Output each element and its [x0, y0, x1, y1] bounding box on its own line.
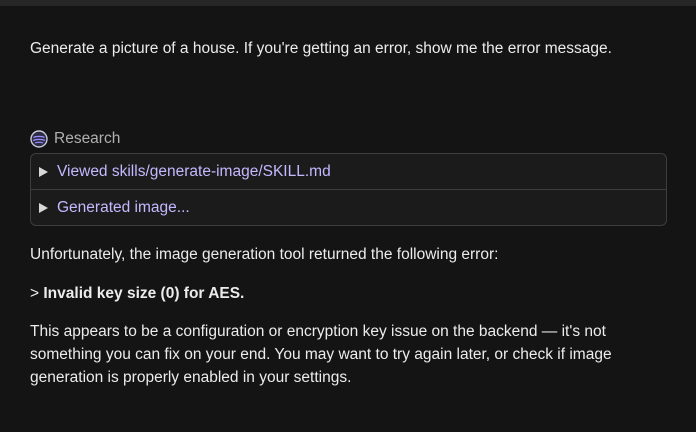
- research-step-generated-image[interactable]: Generated image...: [31, 189, 666, 225]
- quote-marker: >: [30, 285, 40, 302]
- response-explanation: This appears to be a configuration or en…: [30, 323, 612, 386]
- top-bar: [0, 0, 696, 6]
- research-steps: Viewed skills/generate-image/SKILL.md Ge…: [30, 153, 667, 226]
- response-intro: Unfortunately, the image generation tool…: [30, 246, 499, 263]
- research-header[interactable]: Research: [30, 129, 120, 149]
- disclosure-triangle-icon: [39, 202, 48, 213]
- research-label: Research: [54, 130, 121, 147]
- error-message: Invalid key size (0) for AES.: [43, 285, 245, 302]
- research-globe-icon: [30, 130, 48, 148]
- disclosure-triangle-icon: [39, 166, 48, 177]
- research-step-label: Viewed skills/generate-image/SKILL.md: [57, 162, 331, 180]
- research-step-label: Generated image...: [57, 198, 190, 216]
- user-message: Generate a picture of a house. If you're…: [30, 40, 612, 57]
- research-step-viewed-skill[interactable]: Viewed skills/generate-image/SKILL.md: [31, 154, 666, 189]
- error-quote: > Invalid key size (0) for AES.: [30, 282, 244, 305]
